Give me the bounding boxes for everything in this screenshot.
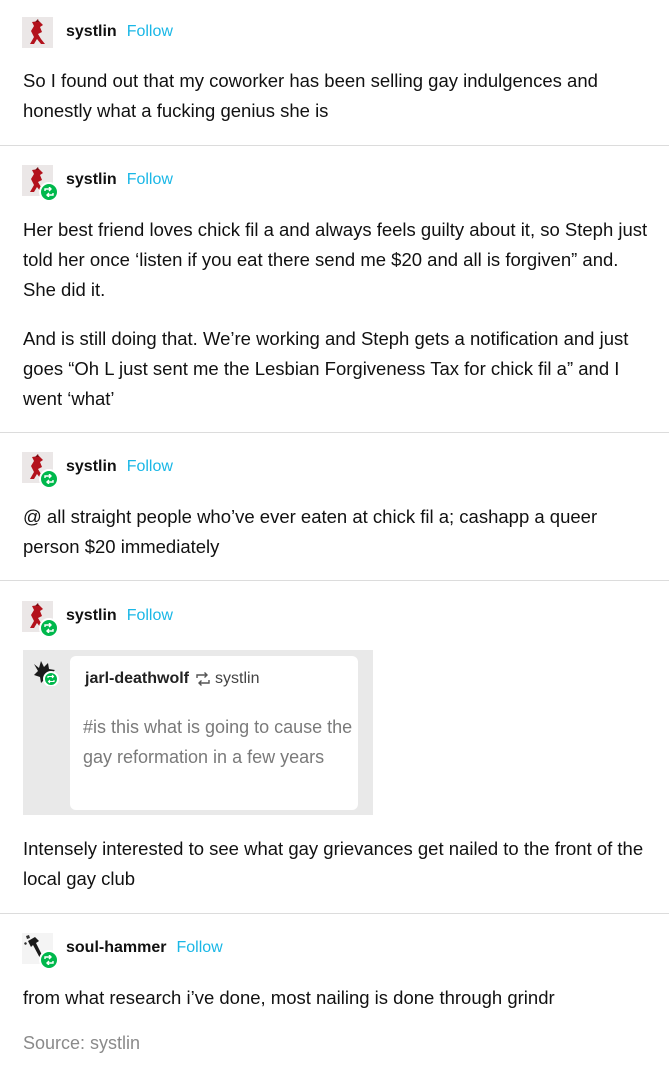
reblog-icon xyxy=(39,617,59,638)
follow-button[interactable]: Follow xyxy=(127,607,173,625)
red-horse-icon xyxy=(22,16,53,48)
post-username[interactable]: systlin xyxy=(66,171,117,189)
post-username[interactable]: systlin xyxy=(66,23,117,41)
black-wolf-icon xyxy=(34,661,59,687)
post-text: from what research i’ve done, most naili… xyxy=(23,987,555,1008)
post-2-header: systlin Follow xyxy=(22,164,173,202)
post-text: So I found out that my coworker has been… xyxy=(23,70,598,121)
reblog-icon xyxy=(39,468,59,489)
post-divider xyxy=(0,145,669,146)
source-link[interactable]: Source: systlin xyxy=(23,1033,140,1054)
quoted-source-username: systlin xyxy=(215,670,260,687)
avatar[interactable] xyxy=(22,451,59,489)
follow-button[interactable]: Follow xyxy=(127,171,173,189)
post-divider xyxy=(0,580,669,581)
reblog-icon xyxy=(39,949,59,970)
follow-button[interactable]: Follow xyxy=(127,23,173,41)
quoted-post-card: jarl-deathwolf systlin #is this what is … xyxy=(70,656,358,810)
avatar[interactable] xyxy=(22,16,53,48)
avatar[interactable] xyxy=(22,932,59,970)
post-text: Her best friend loves chick fil a and al… xyxy=(23,219,648,300)
post-text: Intensely interested to see what gay gri… xyxy=(23,838,644,889)
reblog-icon xyxy=(39,181,59,202)
avatar[interactable] xyxy=(22,600,59,638)
quoted-username: jarl-deathwolf xyxy=(85,670,190,687)
post-divider xyxy=(0,432,669,433)
post-username[interactable]: systlin xyxy=(66,458,117,476)
post-1-header: systlin Follow xyxy=(22,16,173,48)
post-5-header: soul-hammer Follow xyxy=(22,932,223,970)
avatar[interactable] xyxy=(22,164,59,202)
avatar[interactable] xyxy=(31,658,59,687)
quoted-tags: #is this what is going to cause the gay … xyxy=(83,717,353,767)
post-text: @ all straight people who’ve ever eaten … xyxy=(23,506,598,557)
follow-button[interactable]: Follow xyxy=(176,939,222,957)
post-4-header: systlin Follow xyxy=(22,600,173,638)
follow-button[interactable]: Follow xyxy=(127,458,173,476)
post-divider xyxy=(0,913,669,914)
quoted-post-image: jarl-deathwolf systlin #is this what is … xyxy=(23,650,373,815)
post-text: And is still doing that. We’re working a… xyxy=(23,328,629,409)
post-username[interactable]: soul-hammer xyxy=(66,939,166,957)
reblog-icon xyxy=(195,672,211,686)
quoted-post-header: jarl-deathwolf systlin xyxy=(85,670,259,688)
post-username[interactable]: systlin xyxy=(66,607,117,625)
post-3-header: systlin Follow xyxy=(22,451,173,489)
